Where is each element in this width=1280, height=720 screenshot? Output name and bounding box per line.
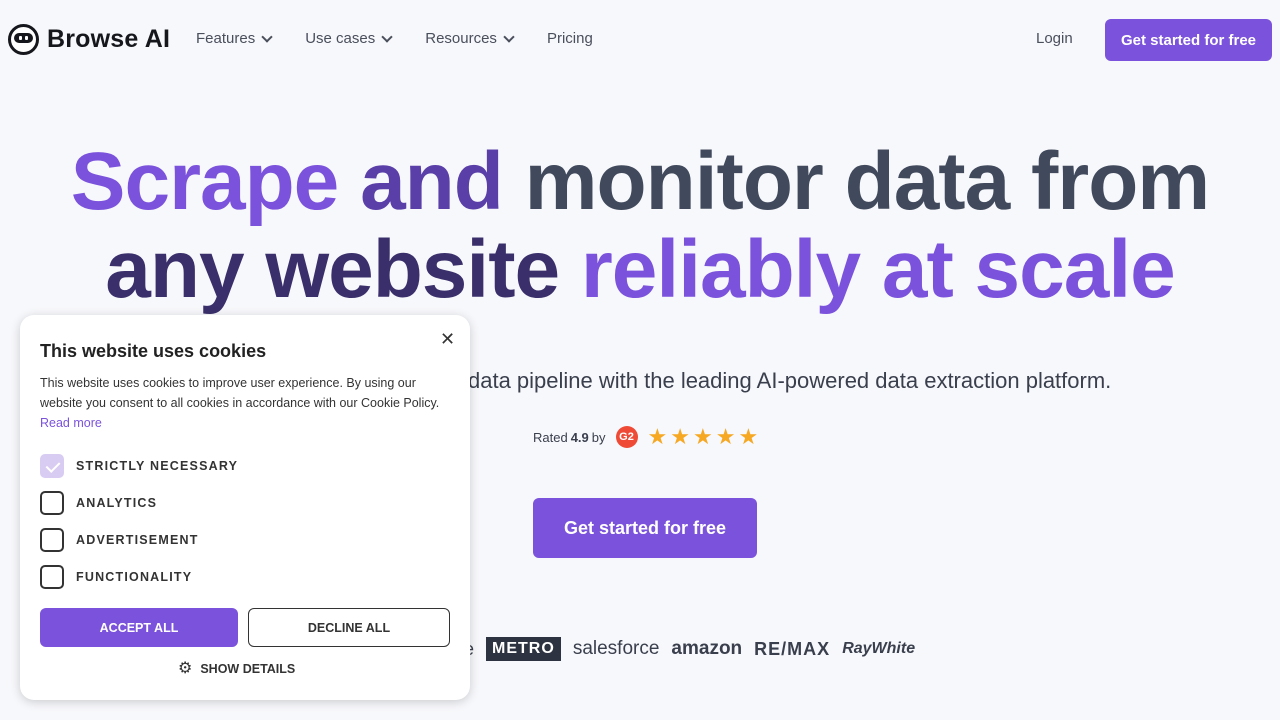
star-icon: ★ — [670, 424, 690, 449]
checkbox-checked[interactable] — [40, 454, 64, 478]
cookie-body-text: This website uses cookies to improve use… — [40, 376, 440, 410]
cookie-option-analytics[interactable]: ANALYTICS — [40, 491, 157, 515]
cookie-dialog: ✕ This website uses cookies This website… — [20, 315, 470, 700]
hero-title-line1: Scrape and monitor data from — [0, 138, 1280, 226]
star-icon: ★ — [692, 424, 713, 449]
logo-text: Browse AI — [47, 25, 171, 53]
accept-all-button[interactable]: ACCEPT ALL — [40, 608, 238, 647]
nav-pricing-label: Pricing — [546, 30, 593, 47]
option-label: ANALYTICS — [76, 496, 158, 510]
gear-icon: ⚙ — [178, 660, 193, 677]
hero-title: Scrape and monitor data from any website… — [0, 138, 1280, 314]
g2-logo-icon: G2 — [615, 426, 638, 448]
cookie-option-advertisement[interactable]: ADVERTISEMENT — [40, 528, 199, 552]
login-link[interactable]: Login — [1036, 30, 1073, 47]
option-label: STRICTLY NECESSARY — [76, 459, 239, 473]
nav-resources[interactable]: Resources — [425, 30, 515, 47]
nav-features[interactable]: Features — [196, 30, 273, 47]
star-icon: ★ — [715, 424, 736, 449]
hero-get-started-button[interactable]: Get started for free — [533, 498, 757, 558]
rating: Rated 4.9 by G2 ★ ★ ★ ★ ★ — [533, 426, 758, 448]
cookie-title: This website uses cookies — [40, 341, 267, 361]
rating-by: by — [591, 429, 606, 445]
brand-raywhite: RayWhite — [842, 640, 916, 657]
brand-logos: ogle METRO salesforce amazon RE/MAX RayW… — [440, 636, 927, 662]
star-icon: ★ — [738, 424, 759, 449]
rating-value: 4.9 — [570, 429, 589, 445]
checkbox[interactable] — [40, 528, 64, 552]
nav-features-label: Features — [196, 30, 256, 47]
chevron-down-icon — [261, 30, 273, 43]
hero-title-line2: any website reliably at scale — [0, 226, 1280, 314]
rating-prefix: Rated — [533, 429, 568, 445]
robot-logo-icon — [8, 24, 39, 55]
decline-all-button[interactable]: DECLINE ALL — [248, 608, 450, 647]
cookie-body: This website uses cookies to improve use… — [40, 373, 452, 433]
hero-subtitle: data pipeline with the leading AI-powere… — [468, 368, 1112, 393]
rating-stars: ★ ★ ★ ★ ★ — [648, 426, 759, 448]
brand-salesforce: salesforce — [572, 638, 660, 659]
hero-words-reliably: reliably at scale — [580, 224, 1176, 315]
nav-links: Features Use cases Resources Pricing — [196, 30, 627, 47]
brand-remax: RE/MAX — [754, 638, 831, 659]
option-label: FUNCTIONALITY — [76, 570, 193, 584]
chevron-down-icon — [381, 30, 393, 43]
hero-word-scrape: Scrape — [70, 136, 340, 227]
hero-words-monitor: monitor data from — [524, 136, 1211, 227]
close-icon[interactable]: ✕ — [440, 329, 455, 350]
nav-use-cases-label: Use cases — [305, 30, 376, 47]
brand-amazon: amazon — [671, 638, 743, 659]
star-icon: ★ — [647, 424, 668, 449]
hero-word-and: and — [338, 136, 525, 227]
hero-words-any-website: any website — [105, 224, 581, 315]
nav-resources-label: Resources — [425, 30, 497, 47]
nav-pricing[interactable]: Pricing — [547, 30, 593, 47]
brand-metro: METRO — [486, 637, 561, 661]
checkbox[interactable] — [40, 565, 64, 589]
cookie-option-functionality[interactable]: FUNCTIONALITY — [40, 565, 192, 589]
read-more-link[interactable]: Read more — [40, 416, 102, 430]
show-details-label: SHOW DETAILS — [200, 662, 296, 676]
nav-use-cases[interactable]: Use cases — [305, 30, 393, 47]
show-details-button[interactable]: ⚙ SHOW DETAILS — [178, 661, 295, 677]
cookie-option-strictly-necessary[interactable]: STRICTLY NECESSARY — [40, 454, 238, 478]
nav-get-started-button[interactable]: Get started for free — [1105, 19, 1272, 61]
checkbox[interactable] — [40, 491, 64, 515]
chevron-down-icon — [503, 30, 515, 43]
top-nav: Browse AI Features Use cases Resources P… — [0, 0, 1280, 80]
option-label: ADVERTISEMENT — [76, 533, 199, 547]
logo[interactable]: Browse AI — [8, 24, 170, 55]
